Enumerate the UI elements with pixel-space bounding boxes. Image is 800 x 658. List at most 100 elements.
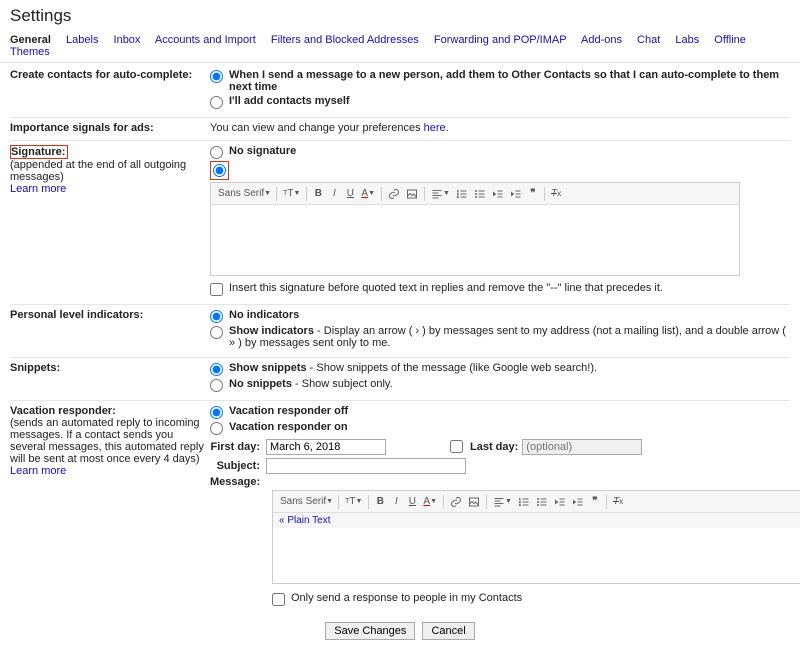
italic-button[interactable]: I (326, 186, 342, 202)
tab-filters[interactable]: Filters and Blocked Addresses (271, 34, 419, 46)
ads-link[interactable]: here (424, 122, 446, 134)
last-day-label: Last day: (470, 441, 518, 453)
subject-label: Subject: (210, 460, 266, 472)
row-snippets: Snippets: Show snippets - Show snippets … (10, 358, 790, 401)
pli-radio-show[interactable] (210, 326, 223, 339)
tab-forwarding[interactable]: Forwarding and POP/IMAP (434, 34, 567, 46)
vacation-radio-off[interactable] (210, 406, 223, 419)
signature-highlight: Signature: (10, 145, 68, 159)
only-contacts-label: Only send a response to people in my Con… (291, 592, 522, 604)
contacts-radio-manual[interactable] (210, 96, 223, 109)
first-day-label: First day: (210, 441, 266, 453)
signature-radio-none[interactable] (210, 146, 223, 159)
row-ads: Importance signals for ads: You can view… (10, 118, 790, 141)
contacts-label-auto: When I send a message to a new person, a… (229, 69, 790, 93)
align-icon[interactable]: ▼ (490, 494, 515, 510)
quote-icon[interactable]: ❞ (587, 494, 603, 510)
bold-button[interactable]: B (310, 186, 326, 202)
color-button[interactable]: A ▼ (420, 494, 440, 510)
only-contacts-checkbox[interactable] (272, 593, 285, 606)
signature-radio-highlight (210, 161, 229, 180)
signature-learn-more[interactable]: Learn more (10, 183, 66, 195)
insert-before-label: Insert this signature before quoted text… (229, 282, 663, 294)
vacation-radio-on[interactable] (210, 422, 223, 435)
vacation-desc: (sends an automated reply to incoming me… (10, 417, 204, 465)
bullet-list-icon[interactable] (533, 494, 551, 510)
tab-labs[interactable]: Labs (675, 34, 699, 46)
footer-buttons: Save Changes Cancel (10, 614, 790, 648)
numbered-list-icon[interactable]: 123 (453, 186, 471, 202)
bold-button[interactable]: B (372, 494, 388, 510)
bullet-list-icon[interactable] (471, 186, 489, 202)
save-button[interactable]: Save Changes (325, 622, 415, 640)
signature-textarea[interactable] (211, 205, 739, 275)
pli-label-none: No indicators (229, 309, 299, 321)
quote-icon[interactable]: ❞ (525, 186, 541, 202)
signature-toolbar: Sans Serif ▼ TT▼ B I U A ▼ (211, 183, 739, 205)
pli-radio-none[interactable] (210, 310, 223, 323)
signature-radio-custom[interactable] (213, 164, 226, 177)
font-dropdown[interactable]: Sans Serif ▼ (215, 186, 273, 202)
clear-format-icon[interactable]: Tx (548, 186, 564, 202)
underline-button[interactable]: U (404, 494, 420, 510)
vacation-label-off: Vacation responder off (229, 405, 348, 417)
vacation-heading: Vacation responder: (10, 405, 116, 417)
vacation-learn-more[interactable]: Learn more (10, 465, 66, 477)
font-dropdown[interactable]: Sans Serif ▼ (277, 494, 335, 510)
cancel-button[interactable]: Cancel (422, 622, 474, 640)
outdent-icon[interactable] (551, 494, 569, 510)
snippets-label-none: No snippets - Show subject only. (229, 378, 393, 390)
snippets-heading: Snippets: (10, 362, 60, 374)
indent-icon[interactable] (507, 186, 525, 202)
subject-input[interactable] (266, 458, 466, 474)
ads-heading: Importance signals for ads: (10, 122, 154, 134)
clear-format-icon[interactable]: Tx (610, 494, 626, 510)
vacation-textarea[interactable] (273, 528, 800, 583)
link-icon[interactable] (447, 494, 465, 510)
signature-label-none: No signature (229, 145, 296, 157)
underline-button[interactable]: U (342, 186, 358, 202)
plain-text-link[interactable]: « Plain Text (273, 513, 337, 528)
last-day-input (522, 439, 642, 455)
last-day-checkbox[interactable] (450, 440, 463, 453)
create-contacts-heading: Create contacts for auto-complete: (10, 69, 192, 81)
size-dropdown[interactable]: TT▼ (342, 494, 365, 510)
tab-general[interactable]: General (10, 34, 51, 46)
image-icon[interactable] (465, 494, 483, 510)
pli-heading: Personal level indicators: (10, 309, 143, 321)
row-pli: Personal level indicators: No indicators… (10, 305, 790, 358)
contacts-label-manual: I'll add contacts myself (229, 95, 350, 107)
snippets-label-show: Show snippets - Show snippets of the mes… (229, 362, 597, 374)
tab-addons[interactable]: Add-ons (581, 34, 622, 46)
snippets-radio-none[interactable] (210, 379, 223, 392)
align-icon[interactable]: ▼ (428, 186, 453, 202)
tab-offline[interactable]: Offline (714, 34, 746, 46)
numbered-list-icon[interactable]: 123 (515, 494, 533, 510)
italic-button[interactable]: I (388, 494, 404, 510)
tab-chat[interactable]: Chat (637, 34, 660, 46)
insert-before-checkbox[interactable] (210, 283, 223, 296)
vacation-editor: Sans Serif ▼ TT▼ B I U A ▼ (272, 490, 800, 584)
signature-desc: (appended at the end of all outgoing mes… (10, 159, 186, 183)
row-create-contacts: Create contacts for auto-complete: When … (10, 65, 790, 118)
tab-labels[interactable]: Labels (66, 34, 98, 46)
first-day-input[interactable] (266, 439, 386, 455)
signature-editor: Sans Serif ▼ TT▼ B I U A ▼ (210, 182, 740, 276)
color-button[interactable]: A ▼ (358, 186, 378, 202)
tab-themes[interactable]: Themes (10, 46, 50, 58)
settings-tabs: General Labels Inbox Accounts and Import… (0, 34, 800, 63)
snippets-radio-show[interactable] (210, 363, 223, 376)
row-vacation: Vacation responder: (sends an automated … (10, 401, 790, 614)
signature-heading: Signature: (11, 146, 65, 158)
size-dropdown[interactable]: TT▼ (280, 186, 303, 202)
row-signature: Signature: (appended at the end of all o… (10, 141, 790, 305)
image-icon[interactable] (403, 186, 421, 202)
tab-inbox[interactable]: Inbox (114, 34, 141, 46)
indent-icon[interactable] (569, 494, 587, 510)
ads-text: You can view and change your preferences (210, 122, 424, 134)
contacts-radio-auto[interactable] (210, 70, 223, 83)
vacation-label-on: Vacation responder on (229, 421, 348, 433)
tab-accounts[interactable]: Accounts and Import (155, 34, 256, 46)
outdent-icon[interactable] (489, 186, 507, 202)
link-icon[interactable] (385, 186, 403, 202)
